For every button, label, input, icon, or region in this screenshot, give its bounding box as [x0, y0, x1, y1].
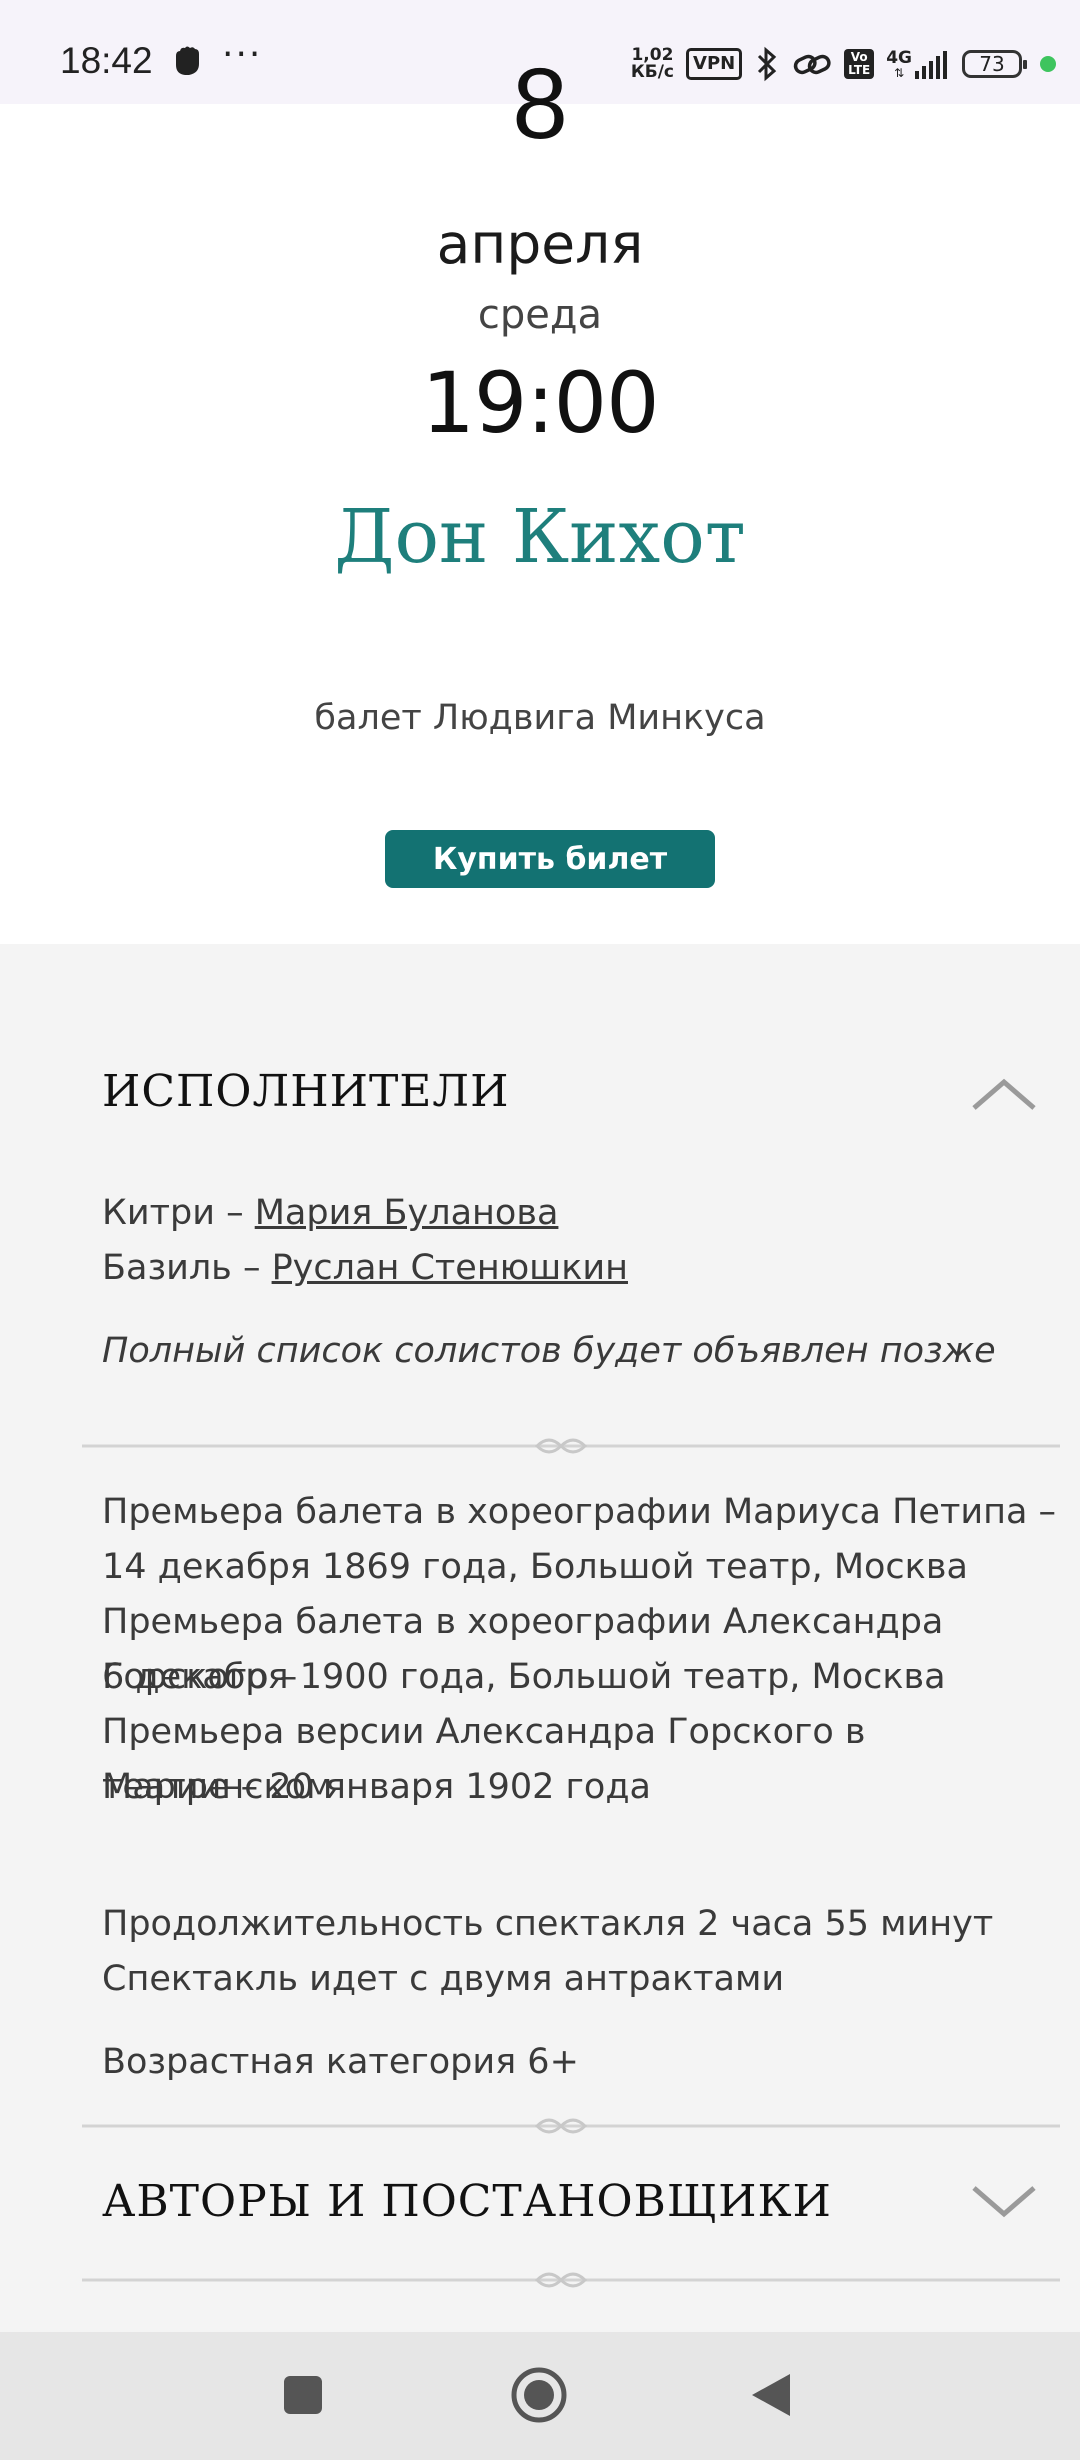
cast-role: Базиль – [102, 1248, 272, 1288]
system-nav-bar [0, 2332, 1080, 2460]
history-line: 6 декабря 1900 года, Большой театр, Моск… [102, 1657, 946, 1697]
duration-text: Продолжительность спектакля 2 часа 55 ми… [102, 1904, 994, 1944]
ornament-divider [82, 1438, 1060, 1454]
event-day: 8 [512, 48, 568, 160]
history-line: театре – 20 января 1902 года [102, 1767, 651, 1807]
event-time: 19:00 [421, 354, 659, 452]
history-line: Премьера балета в хореографии Мариуса Пе… [102, 1492, 1057, 1532]
cast-line-basil: Базиль – Руслан Стенюшкин [102, 1241, 628, 1296]
chevron-down-icon[interactable] [970, 2184, 1038, 2220]
performers-heading[interactable]: ИСПОЛНИТЕЛИ [102, 1066, 510, 1117]
performer-link[interactable]: Мария Буланова [255, 1193, 559, 1233]
buy-ticket-button[interactable]: Купить билет [385, 830, 715, 888]
event-header: 8 апреля среда 19:00 Дон Кихот балет Люд… [0, 54, 1080, 944]
authors-heading[interactable]: АВТОРЫ И ПОСТАНОВЩИКИ [102, 2176, 832, 2227]
history-line: 14 декабря 1869 года, Большой театр, Мос… [102, 1547, 968, 1587]
cast-note: Полный список солистов будет объявлен по… [102, 1331, 996, 1371]
ornament-divider [82, 2118, 1060, 2134]
event-details: ИСПОЛНИТЕЛИ Китри – Мария Буланова Базил… [0, 944, 1080, 2332]
age-rating-text: Возрастная категория 6+ [102, 2042, 579, 2082]
ornament-divider [82, 2272, 1060, 2288]
home-button[interactable] [510, 2366, 568, 2424]
event-title: Дон Кихот [334, 494, 746, 580]
cast-role: Китри – [102, 1193, 255, 1233]
event-month: апреля [436, 212, 644, 276]
recents-button[interactable] [282, 2374, 324, 2416]
event-weekday: среда [477, 292, 603, 338]
event-subtitle: балет Людвига Минкуса [314, 698, 766, 738]
cast-line-kitri: Китри – Мария Буланова [102, 1186, 558, 1241]
chevron-up-icon[interactable] [970, 1076, 1038, 1112]
back-button[interactable] [750, 2372, 794, 2418]
performer-link[interactable]: Руслан Стенюшкин [272, 1248, 628, 1288]
intermissions-text: Спектакль идет с двумя антрактами [102, 1959, 785, 1999]
